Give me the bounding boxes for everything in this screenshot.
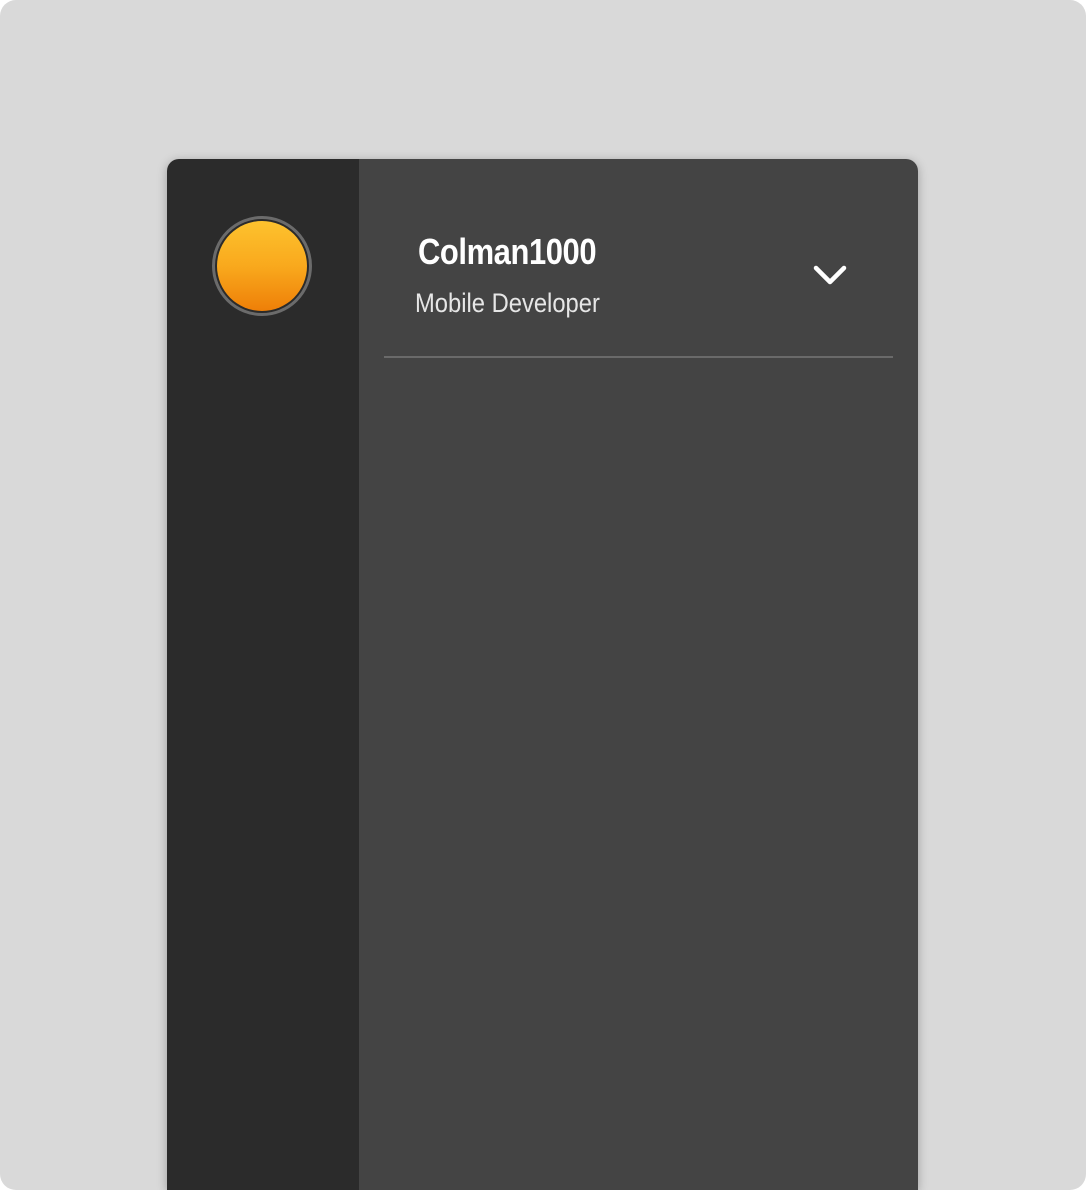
avatar[interactable] xyxy=(212,216,312,316)
avatar-icon xyxy=(217,221,307,311)
app-screen: Colman1000 Mobile Developer xyxy=(0,0,1086,1190)
account-rail xyxy=(167,159,359,1190)
account-role: Mobile Developer xyxy=(415,288,600,318)
header-divider xyxy=(384,356,893,358)
account-header[interactable]: Colman1000 Mobile Developer xyxy=(359,159,918,358)
chevron-down-icon xyxy=(813,265,847,285)
drawer-panel: Colman1000 Mobile Developer xyxy=(359,159,918,1190)
account-username: Colman1000 xyxy=(418,231,597,272)
account-switcher-toggle[interactable] xyxy=(804,251,856,299)
navigation-drawer: Colman1000 Mobile Developer xyxy=(167,159,918,1190)
